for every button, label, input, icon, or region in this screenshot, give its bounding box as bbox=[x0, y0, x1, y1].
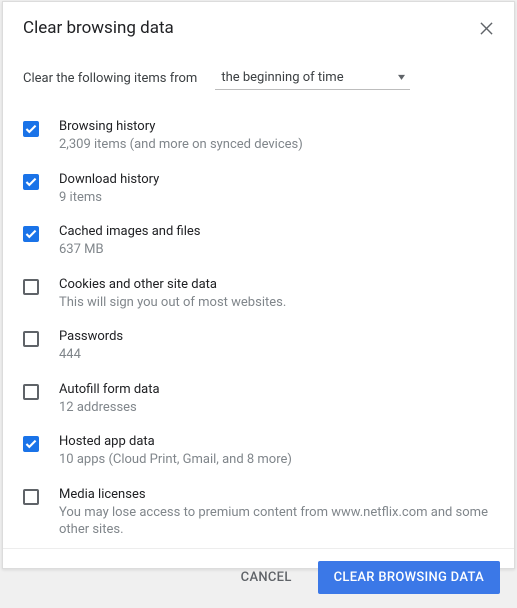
checkbox[interactable] bbox=[23, 226, 39, 242]
list-item: Hosted app data 10 apps (Cloud Print, Gma… bbox=[23, 425, 494, 478]
checkbox[interactable] bbox=[23, 331, 39, 347]
checkbox[interactable] bbox=[23, 384, 39, 400]
item-text: Cookies and other site data This will sig… bbox=[59, 277, 286, 312]
items-list: Browsing history 2,309 items (and more on… bbox=[3, 96, 514, 548]
time-range-value: the beginning of time bbox=[221, 70, 343, 85]
item-subtitle: 2,309 items (and more on synced devices) bbox=[59, 136, 303, 154]
list-item: Cached images and files 637 MB bbox=[23, 215, 494, 268]
item-subtitle: 637 MB bbox=[59, 241, 200, 259]
item-title: Cookies and other site data bbox=[59, 277, 286, 292]
item-text: Passwords 444 bbox=[59, 329, 123, 364]
item-title: Download history bbox=[59, 172, 159, 187]
list-item: Cookies and other site data This will sig… bbox=[23, 268, 494, 321]
checkbox[interactable] bbox=[23, 436, 39, 452]
checkbox[interactable] bbox=[23, 174, 39, 190]
item-subtitle: 444 bbox=[59, 346, 123, 364]
checkmark-icon bbox=[25, 229, 37, 239]
chevron-down-icon: ▾ bbox=[398, 72, 405, 83]
item-subtitle: 12 addresses bbox=[59, 399, 160, 417]
item-title: Media licenses bbox=[59, 487, 494, 502]
item-title: Passwords bbox=[59, 329, 123, 344]
checkmark-icon bbox=[25, 124, 37, 134]
item-title: Hosted app data bbox=[59, 434, 292, 449]
item-subtitle: 9 items bbox=[59, 189, 159, 207]
checkmark-icon bbox=[25, 177, 37, 187]
close-icon bbox=[480, 22, 493, 35]
clear-browsing-data-button[interactable]: CLEAR BROWSING DATA bbox=[318, 561, 500, 594]
dialog-header: Clear browsing data bbox=[3, 2, 514, 46]
item-text: Autofill form data 12 addresses bbox=[59, 382, 160, 417]
list-item: Autofill form data 12 addresses bbox=[23, 373, 494, 426]
dialog-footer: CANCEL CLEAR BROWSING DATA bbox=[3, 548, 514, 608]
close-button[interactable] bbox=[476, 18, 496, 38]
item-title: Cached images and files bbox=[59, 224, 200, 239]
item-text: Cached images and files 637 MB bbox=[59, 224, 200, 259]
item-subtitle: This will sign you out of most websites. bbox=[59, 294, 286, 312]
cancel-button[interactable]: CANCEL bbox=[225, 561, 308, 594]
checkmark-icon bbox=[25, 439, 37, 449]
item-text: Hosted app data 10 apps (Cloud Print, Gma… bbox=[59, 434, 292, 469]
checkbox[interactable] bbox=[23, 121, 39, 137]
item-text: Media licenses You may lose access to pre… bbox=[59, 487, 494, 539]
item-title: Autofill form data bbox=[59, 382, 160, 397]
list-item: Download history 9 items bbox=[23, 163, 494, 216]
clear-browsing-data-dialog: Clear browsing data Clear the following … bbox=[2, 1, 515, 569]
time-range-select[interactable]: the beginning of time ▾ bbox=[215, 66, 410, 90]
time-range-label: Clear the following items from bbox=[23, 71, 197, 86]
checkbox[interactable] bbox=[23, 279, 39, 295]
checkbox[interactable] bbox=[23, 489, 39, 505]
item-subtitle: 10 apps (Cloud Print, Gmail, and 8 more) bbox=[59, 451, 292, 469]
list-item: Browsing history 2,309 items (and more on… bbox=[23, 110, 494, 163]
item-title: Browsing history bbox=[59, 119, 303, 134]
item-subtitle: You may lose access to premium content f… bbox=[59, 504, 494, 539]
time-range-row: Clear the following items from the begin… bbox=[3, 46, 514, 96]
list-item: Media licenses You may lose access to pre… bbox=[23, 478, 494, 548]
list-item: Passwords 444 bbox=[23, 320, 494, 373]
dialog-title: Clear browsing data bbox=[23, 18, 174, 38]
item-text: Browsing history 2,309 items (and more on… bbox=[59, 119, 303, 154]
item-text: Download history 9 items bbox=[59, 172, 159, 207]
